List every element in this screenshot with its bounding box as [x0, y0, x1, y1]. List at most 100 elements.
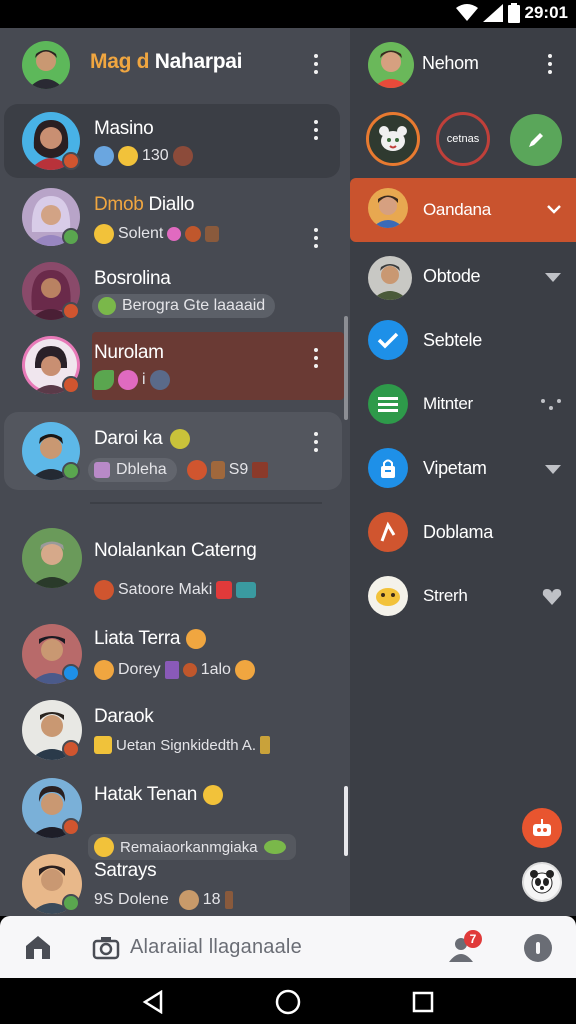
chat-preview: Satoore Maki: [94, 580, 257, 600]
avatar-icon: [368, 256, 412, 300]
emoji-icon: [149, 370, 170, 390]
preview-pill: Dbleha: [88, 458, 177, 482]
chat-preview: i: [94, 370, 170, 390]
drawer-item-mitnter[interactable]: Mitnter: [350, 372, 576, 436]
chat-row-nolalankan[interactable]: Nolalankan Caterng Satoore Maki: [0, 524, 350, 600]
chat-name: Liata Terra: [94, 628, 207, 650]
profile-avatar[interactable]: [22, 41, 70, 89]
drawer-item-label: Strerh: [423, 586, 468, 605]
row-more-icon[interactable]: [306, 344, 326, 372]
status-badge: [62, 152, 80, 170]
chat-row-hatak-tenan[interactable]: Hatak Tenan Remaiaorkanmgiaka: [0, 776, 350, 860]
chat-name: Satrays: [94, 860, 157, 881]
chat-name: Nurolam: [94, 342, 164, 363]
status-badge: [62, 740, 80, 758]
row-more-icon[interactable]: [306, 224, 326, 252]
panda-avatar-icon[interactable]: [522, 862, 562, 902]
avatar-icon: [368, 188, 408, 228]
notifications-button[interactable]: 7: [446, 930, 486, 966]
drawer-more-icon[interactable]: [540, 50, 560, 78]
emoji-icon: [94, 580, 114, 600]
emoji-icon: [182, 663, 197, 677]
signal-icon: [482, 4, 503, 22]
emoji-icon: [98, 297, 116, 315]
bottom-bar: Alaraiial llaganaale 7: [0, 916, 576, 978]
drawer-item-vipetam[interactable]: Vipetam: [350, 436, 576, 500]
tool-icon: [368, 512, 408, 552]
chat-row-satrays[interactable]: Satrays 9S Dolene 18: [0, 852, 350, 916]
pencil-icon[interactable]: [510, 114, 562, 166]
header-more-icon[interactable]: [306, 50, 326, 78]
drawer-item-doblama[interactable]: Doblama: [350, 500, 576, 564]
emoji-icon: [94, 370, 114, 390]
chat-row-daraok[interactable]: Daraok Uetan Signkidedth A.: [0, 698, 350, 774]
row-more-icon[interactable]: [306, 428, 326, 456]
emoji-icon: [260, 736, 271, 754]
drawer-item-label: Mitnter: [423, 394, 473, 413]
chat-name: Hatak Tenan: [94, 784, 224, 806]
page-title: Mag d Naharpai: [90, 50, 243, 73]
divider: [90, 502, 322, 504]
drawer-item-label: Doblama: [423, 522, 493, 542]
preview-pill: Berogra Gte laaaaid: [92, 294, 276, 318]
chat-preview: Solent: [94, 224, 220, 244]
robot-fab-icon[interactable]: [522, 808, 562, 848]
chevron-down-icon: [545, 465, 561, 474]
chat-name: Daroi ka: [94, 428, 191, 450]
emoji-icon: [236, 582, 257, 598]
chat-row-liata-terra[interactable]: Liata Terra Dorey 1alo: [0, 622, 350, 696]
status-badge: [62, 376, 80, 394]
emoji-icon: [167, 227, 182, 241]
emoji-icon: [252, 462, 269, 478]
emoji-icon: [94, 224, 114, 244]
row-more-icon[interactable]: [306, 116, 326, 144]
drawer-item-sebtele[interactable]: Sebtele: [350, 308, 576, 372]
emoji-icon: [118, 370, 138, 390]
notification-badge: 7: [464, 930, 482, 948]
chat-row-daroi-ka[interactable]: Daroi ka Dbleha S9: [0, 412, 350, 492]
back-icon[interactable]: [142, 990, 164, 1014]
list-icon: [368, 384, 408, 424]
chat-row-dmob-diallo[interactable]: Dmob Diallo Solent: [0, 182, 350, 256]
battery-icon: [507, 3, 520, 23]
emoji-icon: [203, 785, 224, 805]
emoji-icon: [234, 660, 255, 680]
drawer-item-label: Sebtele: [423, 330, 482, 350]
chevron-down-icon: [547, 205, 561, 214]
emoji-icon: [186, 460, 207, 480]
chat-row-masino[interactable]: Masino 130: [0, 104, 350, 180]
emoji-icon: [186, 629, 207, 649]
recents-icon[interactable]: [412, 991, 434, 1013]
ring-icon[interactable]: cetnas: [436, 112, 490, 166]
drawer-item-obtode[interactable]: Obtode: [350, 244, 576, 308]
help-icon[interactable]: [524, 934, 552, 962]
emoji-icon: [94, 462, 110, 478]
chat-row-bosrolina[interactable]: Bosrolina Berogra Gte laaaaid: [0, 258, 350, 332]
drawer-item-label: Obtode: [423, 266, 481, 286]
group-icon[interactable]: [366, 112, 420, 166]
chat-preview: Berogra Gte laaaaid: [92, 294, 276, 318]
home-icon[interactable]: [24, 934, 52, 960]
drawer-item-strerh[interactable]: Strerh: [350, 564, 576, 628]
status-badge: [62, 894, 80, 912]
chevron-down-icon: [545, 273, 561, 282]
emoji-icon: [170, 429, 191, 449]
emoji-icon: [94, 736, 112, 754]
search-input[interactable]: Alaraiial llaganaale: [130, 936, 302, 959]
chat-row-nurolam[interactable]: Nurolam i: [0, 332, 350, 406]
emoji-icon: [178, 890, 199, 910]
status-badge: [62, 664, 80, 682]
status-badge: [62, 818, 80, 836]
drawer-item-label: Vipetam: [423, 458, 487, 478]
chat-name: Daraok: [94, 706, 154, 727]
drawer-profile-avatar[interactable]: [368, 42, 414, 88]
chat-preview: Dbleha S9: [88, 458, 269, 482]
drawer-item-oandana[interactable]: Oandana: [350, 178, 576, 242]
drawer-panel: Nehom cetnas Oandana Obtode Sebtele Mitn…: [350, 28, 576, 916]
wifi-icon: [455, 4, 478, 21]
emoji-icon: [368, 576, 408, 616]
scrollbar-thumb[interactable]: [344, 786, 348, 856]
camera-icon[interactable]: [92, 936, 120, 960]
scrollbar[interactable]: [344, 316, 348, 420]
home-nav-icon[interactable]: [275, 989, 301, 1015]
